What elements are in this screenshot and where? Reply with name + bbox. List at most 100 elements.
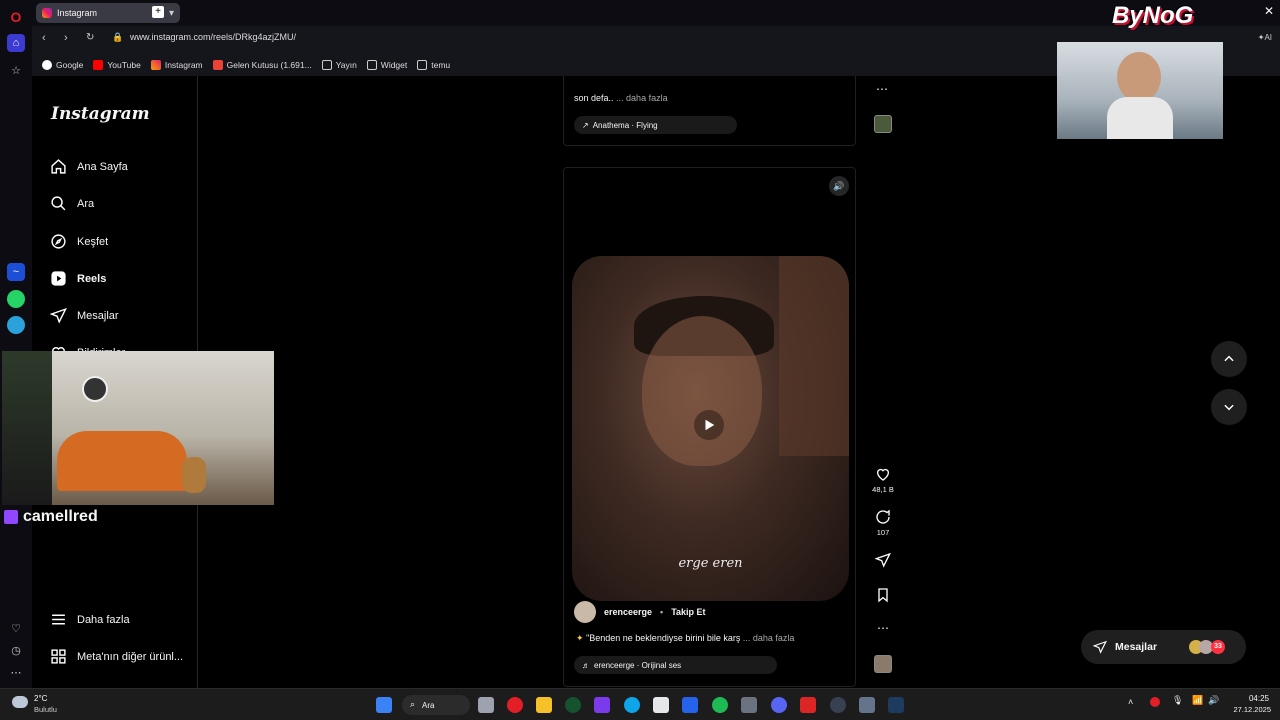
url-field[interactable]: www.instagram.com/reels/DRkg4azjZMU/ (130, 32, 296, 42)
close-tab-icon[interactable]: ▾ (169, 8, 174, 19)
chevron-down-icon (1224, 404, 1234, 411)
sparkle-icon: ✦ (576, 633, 584, 643)
mail-icon[interactable] (682, 697, 698, 713)
nav-search[interactable]: Ara (50, 195, 94, 212)
bookmark-youtube[interactable]: YouTube (93, 60, 141, 70)
tab-title: Instagram (57, 8, 98, 18)
instagram-logo[interactable]: Instagram (51, 104, 150, 124)
comment-button[interactable]: 107 (872, 509, 894, 537)
weather-temp[interactable]: 2°C (34, 694, 47, 703)
app-icon[interactable] (830, 697, 846, 713)
avatar[interactable] (574, 601, 596, 623)
search-icon (51, 196, 66, 211)
reel-video[interactable]: erge eren (572, 256, 849, 601)
heart-icon[interactable]: ♡ (7, 619, 25, 637)
nav-reels[interactable]: Reels (50, 270, 106, 287)
nav-meta[interactable]: Meta'nın diğer ürünl... (50, 648, 183, 665)
prev-music-pill[interactable]: ↗ Anathema · Flying (574, 116, 737, 134)
messages-pill[interactable]: Mesajlar 33 (1081, 630, 1246, 664)
file-explorer-icon[interactable] (536, 697, 552, 713)
bookmark-instagram[interactable]: Instagram (150, 60, 203, 70)
back-icon[interactable]: ‹ (42, 32, 46, 44)
home-icon[interactable]: ⌂ (7, 34, 25, 52)
reel-caption: ✦ "Benden ne beklendiyse birini bile kar… (576, 633, 795, 643)
like-button[interactable]: 48,1 B (872, 466, 894, 494)
spotify-icon[interactable] (712, 697, 728, 713)
comment-icon (876, 509, 890, 524)
edge-icon[interactable] (624, 697, 640, 713)
bookmark-widget[interactable]: Widget (366, 60, 407, 70)
reel-author: erenceerge • Takip Et (574, 601, 706, 623)
bookmark-google[interactable]: Google (42, 60, 83, 70)
prev-more-link[interactable]: ... daha fazla (616, 93, 668, 103)
bookmark-yayin[interactable]: Yayın (321, 60, 357, 70)
comment-count: 107 (876, 528, 890, 537)
compass-icon (51, 234, 66, 249)
history-icon[interactable]: ◷ (7, 641, 25, 659)
next-reel-button[interactable] (1211, 389, 1247, 425)
home-icon (51, 159, 66, 174)
bed (57, 431, 187, 491)
speaker-icon[interactable]: 🔊 (1208, 695, 1219, 706)
more-icon[interactable]: ⋯ (7, 663, 25, 681)
opera-logo-icon[interactable]: O (7, 8, 25, 26)
opera-icon[interactable] (507, 697, 523, 713)
nav-more[interactable]: Daha fazla (50, 611, 130, 628)
tab-bar: Instagram ▾ + ✕ (32, 0, 1280, 26)
save-button[interactable] (872, 587, 894, 606)
taskbar-search[interactable]: ⌕ Ara (402, 695, 470, 715)
close-window-icon[interactable]: ✕ (1264, 4, 1274, 18)
new-tab-button[interactable]: + (152, 6, 164, 18)
youtube-icon (93, 60, 104, 70)
arrow-icon: ↗ (582, 120, 589, 130)
more-options-icon[interactable]: ⋯ (872, 621, 894, 635)
steam-icon[interactable] (888, 697, 904, 713)
reel-more-link[interactable]: ... daha fazla (743, 633, 795, 643)
nav-home[interactable]: Ana Sayfa (50, 158, 128, 175)
forward-icon[interactable]: › (64, 32, 68, 44)
chevron-up-icon[interactable]: ˄ (1128, 697, 1133, 707)
discord-icon[interactable] (771, 697, 787, 713)
prev-audio-thumb[interactable] (874, 115, 892, 133)
app-icon[interactable] (565, 697, 581, 713)
app-icon[interactable] (800, 697, 816, 713)
wifi-icon[interactable]: 📶 (1192, 695, 1203, 706)
folder-icon (321, 60, 332, 70)
telegram-icon[interactable] (7, 316, 25, 334)
prev-more-options-icon[interactable]: ⋯ (876, 82, 888, 96)
cloud-icon (12, 696, 28, 708)
messenger-icon[interactable]: ~ (7, 263, 25, 281)
volume-icon[interactable]: 🔊 (829, 176, 849, 196)
clock-date[interactable]: 27.12.2025 (1223, 705, 1271, 714)
play-icon[interactable] (694, 410, 724, 440)
whatsapp-icon[interactable] (7, 290, 25, 308)
clock-time[interactable]: 04:25 (1229, 694, 1269, 703)
message-avatars: 33 (1189, 640, 1226, 654)
app-icon[interactable] (594, 697, 610, 713)
reload-icon[interactable]: ↻ (86, 32, 94, 43)
bookmark-temu[interactable]: temu (417, 60, 450, 70)
app-icon[interactable] (741, 697, 757, 713)
task-view-icon[interactable] (478, 697, 494, 713)
nav-messages[interactable]: Mesajlar (50, 307, 119, 324)
nav-explore[interactable]: Keşfet (50, 233, 108, 250)
username[interactable]: erenceerge (604, 607, 652, 617)
webcam-overlay-right (1057, 42, 1223, 139)
ai-icon[interactable]: ✦AI (1258, 33, 1272, 42)
reel-music-pill[interactable]: ♬ erenceerge · Orijinal ses (574, 656, 777, 674)
tray-icon[interactable] (1150, 697, 1160, 707)
store-icon[interactable] (653, 697, 669, 713)
weather-desc[interactable]: Bulutlu (34, 705, 57, 714)
follow-button[interactable]: Takip Et (671, 607, 705, 617)
send-icon (1093, 640, 1107, 654)
microphone-icon[interactable]: 🎙 (1172, 695, 1183, 706)
windows-start-icon[interactable] (376, 697, 392, 713)
reel-audio-thumb[interactable] (874, 655, 892, 673)
share-button[interactable] (872, 552, 894, 571)
bookmark-icon (878, 588, 888, 603)
previous-reel-button[interactable] (1211, 341, 1247, 377)
bookmark-gmail[interactable]: Gelen Kutusu (1.691... (212, 60, 312, 70)
instagram-favicon-icon (42, 8, 52, 18)
star-icon[interactable]: ☆ (7, 61, 25, 79)
settings-icon[interactable] (859, 697, 875, 713)
